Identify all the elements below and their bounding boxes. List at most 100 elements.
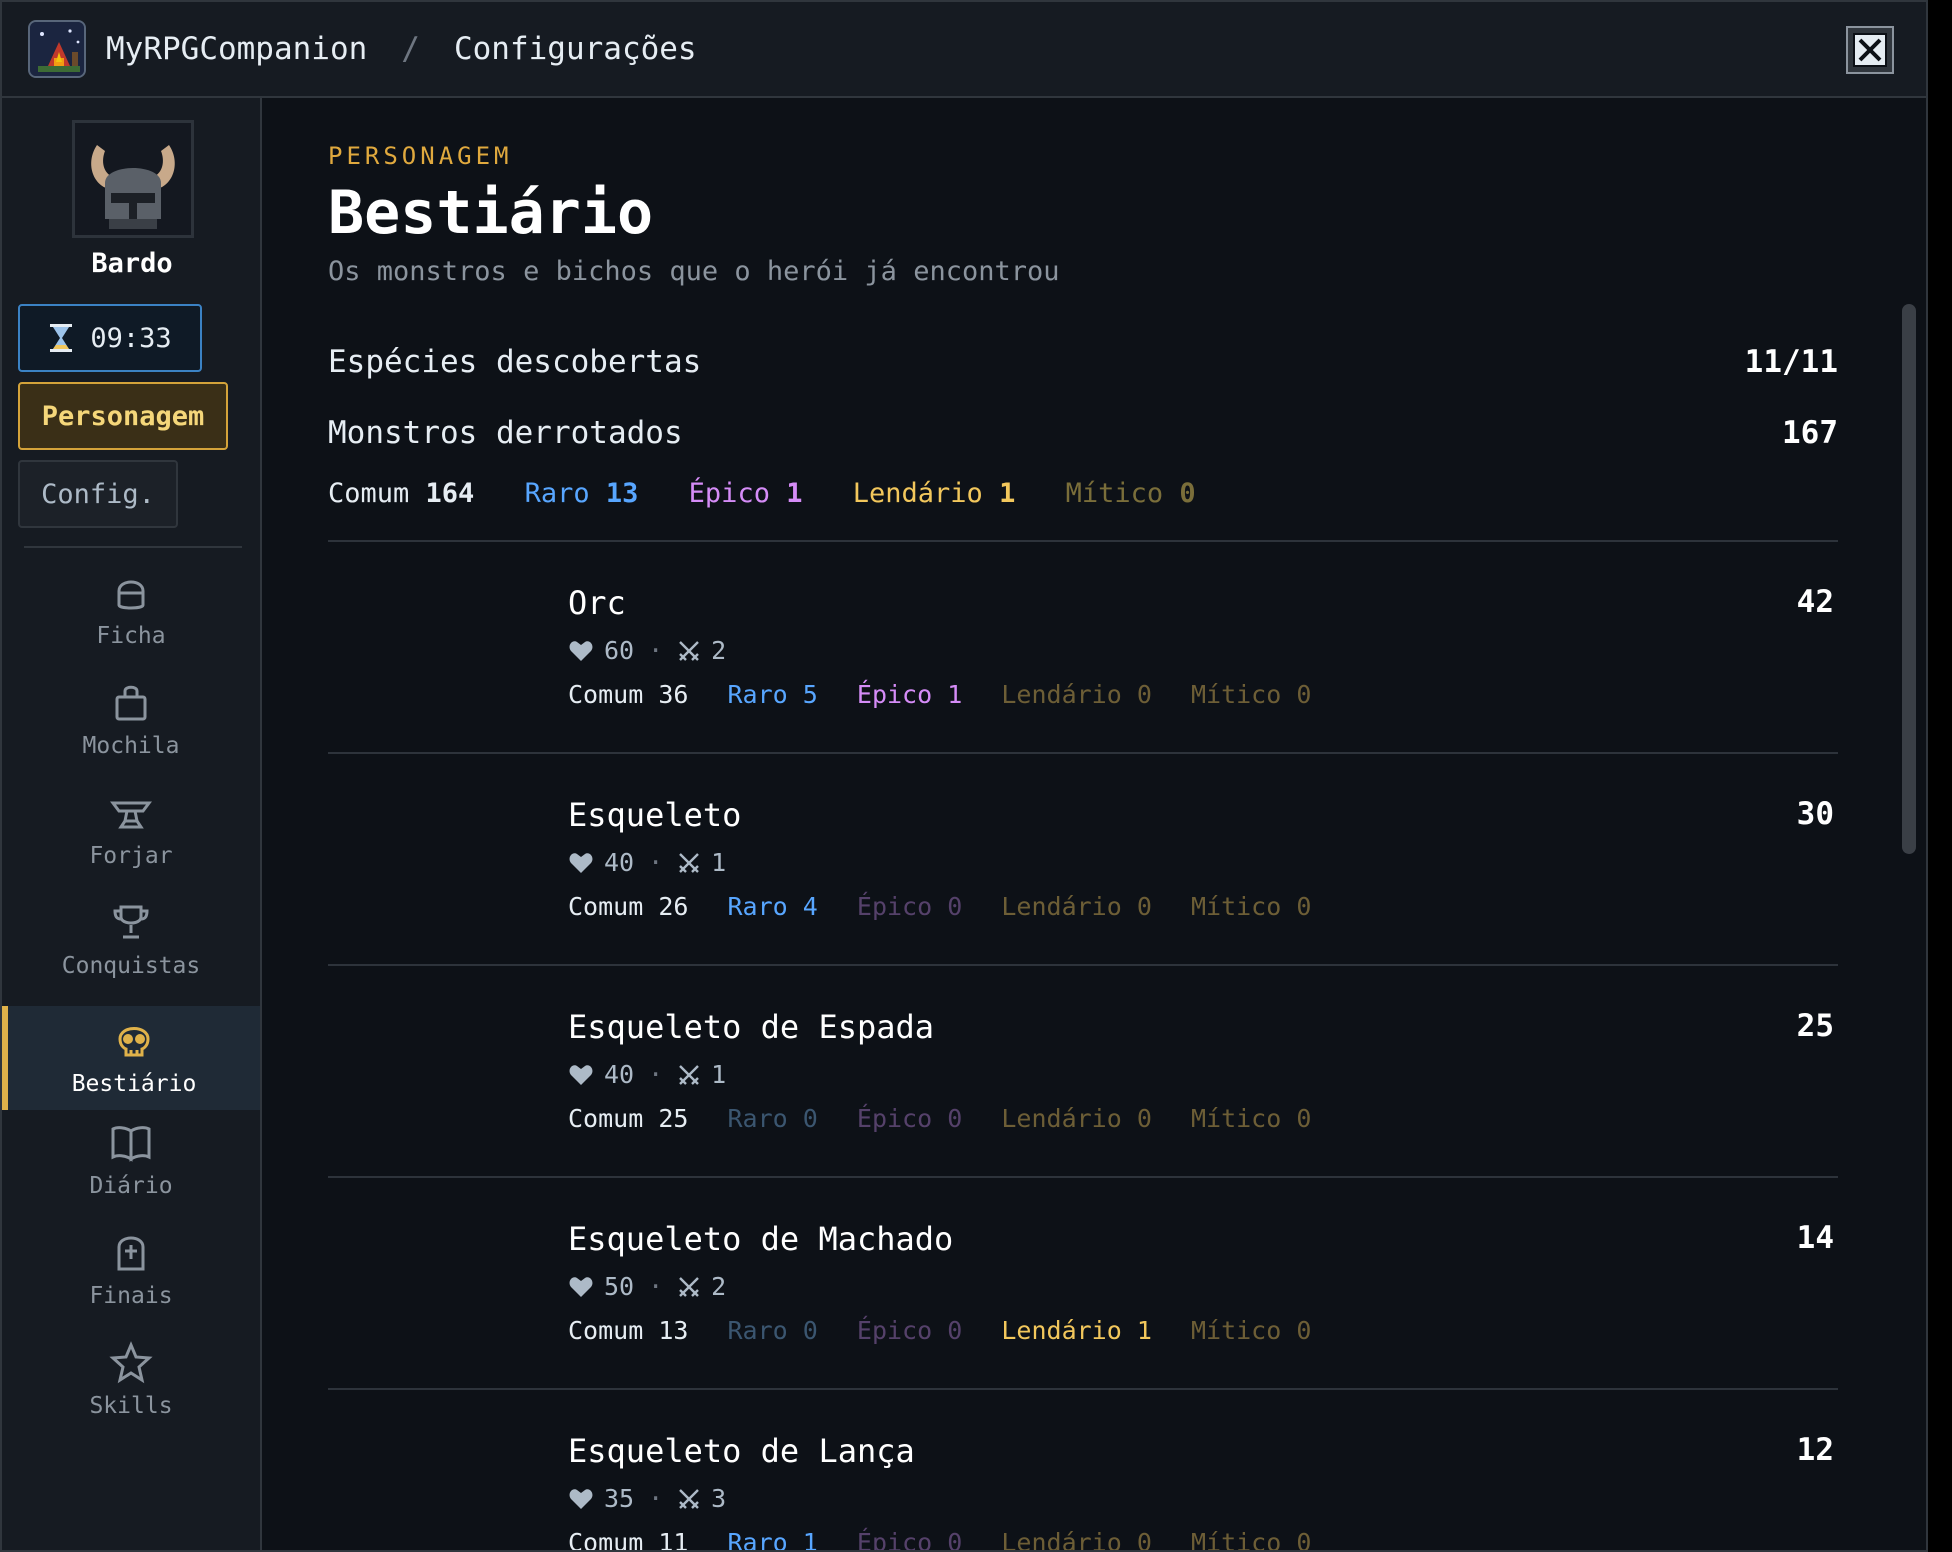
nav-item-conquistas[interactable]: Conquistas — [2, 888, 260, 992]
rarity-label: Mítico — [1065, 478, 1164, 509]
nav-item-skills[interactable]: Skills — [2, 1328, 260, 1432]
rarity-count: 1 — [999, 478, 1016, 509]
rarity-count: 26 — [658, 892, 689, 921]
monster-entry[interactable]: Esqueleto de Espada 25 40 · 1 Comum 25 R… — [328, 966, 1838, 1176]
monster-name: Esqueleto — [568, 796, 742, 834]
rarity-count: 5 — [802, 680, 818, 709]
heart-icon — [569, 852, 593, 873]
heart-icon — [569, 1488, 593, 1509]
breadcrumb-separator: / — [401, 31, 420, 67]
rarity-label: Raro — [727, 1316, 788, 1345]
defeated-label: Monstros derrotados — [328, 415, 683, 451]
monster-name: Esqueleto de Espada — [568, 1008, 935, 1046]
hourglass-icon — [50, 324, 73, 352]
monster-entry[interactable]: Esqueleto de Lança 12 35 · 3 Comum 11 Ra… — [328, 1390, 1838, 1552]
rarity-label: Mítico — [1190, 892, 1282, 921]
rarity-count: 13 — [605, 478, 639, 509]
tab-personagem[interactable]: Personagem — [18, 382, 228, 450]
rarity-count: 25 — [658, 1104, 689, 1133]
rarity-count: 36 — [658, 680, 689, 709]
app-name: MyRPGCompanion — [106, 31, 368, 67]
defeated-value: 167 — [1782, 415, 1838, 451]
monster-attack: 1 — [711, 848, 727, 877]
rarity-count: 0 — [1136, 1104, 1152, 1133]
rarity-label: Comum — [568, 1316, 644, 1345]
nav-item-mochila[interactable]: Mochila — [2, 668, 260, 772]
monster-kill-count: 25 — [1796, 1008, 1834, 1044]
rarity-label: Mítico — [1190, 1316, 1282, 1345]
species-label: Espécies descobertas — [328, 344, 702, 380]
rarity-count: 1 — [947, 680, 963, 709]
monster-hp: 60 — [604, 636, 635, 665]
sidebar-divider — [24, 546, 242, 548]
tab-config[interactable]: Config. — [18, 460, 178, 528]
app-window: MyRPGCompanion / Configurações Bardo 09:… — [0, 0, 1928, 1552]
crossed-swords-icon — [679, 1064, 700, 1085]
monster-attack: 3 — [711, 1484, 727, 1513]
monster-hp: 35 — [604, 1484, 635, 1513]
title-bar: MyRPGCompanion / Configurações — [2, 2, 1926, 98]
rarity-count: 11 — [658, 1528, 689, 1552]
character-name: Bardo — [91, 248, 173, 279]
monster-entry[interactable]: Esqueleto de Machado 14 50 · 2 Comum 13 … — [328, 1178, 1838, 1388]
species-value: 11/11 — [1744, 344, 1838, 380]
rarity-label: Lendário — [1001, 1528, 1122, 1552]
star-icon — [109, 1341, 153, 1384]
bag-icon — [115, 685, 147, 721]
rarity-label: Lendário — [1001, 1104, 1122, 1133]
rarity-label: Comum — [568, 1528, 644, 1552]
monster-rarity-breakdown: Comum 25 Raro 0 Épico 0 Lendário 0 Mític… — [568, 1104, 1335, 1133]
close-button[interactable] — [1846, 26, 1894, 74]
monster-stats: 50 · 2 — [568, 1272, 726, 1301]
monster-hp: 40 — [604, 1060, 635, 1089]
rarity-label: Raro — [524, 478, 590, 509]
nav-item-diario[interactable]: Diário — [2, 1108, 260, 1212]
nav-label: Skills — [89, 1393, 173, 1419]
rarity-label: Lendário — [1001, 1316, 1122, 1345]
rarity-count: 0 — [947, 1104, 963, 1133]
rarity-label: Comum — [328, 478, 410, 509]
anvil-icon — [110, 801, 152, 829]
nav-item-forjar[interactable]: Forjar — [2, 778, 260, 882]
rarity-totals: Comum 164 Raro 13 Épico 1 Lendário 1 Mít… — [328, 478, 1230, 509]
rarity-label: Mítico — [1190, 680, 1282, 709]
nav-item-ficha[interactable]: Ficha — [2, 558, 260, 662]
scrollbar-thumb[interactable] — [1902, 304, 1916, 854]
rarity-label: Épico — [856, 1104, 933, 1133]
timer-value: 09:33 — [90, 322, 172, 354]
close-icon — [1853, 33, 1887, 67]
rarity-count: 164 — [425, 478, 475, 509]
monster-entry[interactable]: Orc 42 60 · 2 Comum 36 Raro 5 Épico 1 Le… — [328, 542, 1838, 752]
monster-hp: 50 — [604, 1272, 635, 1301]
monsters-defeated-row: Monstros derrotados 167 — [328, 415, 1838, 451]
rarity-count: 0 — [947, 892, 963, 921]
rarity-label: Épico — [688, 478, 770, 509]
nav-item-bestiario[interactable]: Bestiário — [2, 1006, 260, 1110]
breadcrumb-section[interactable]: Configurações — [454, 31, 697, 67]
rarity-count: 1 — [802, 1528, 818, 1552]
section-eyebrow: PERSONAGEM — [328, 142, 513, 170]
crossed-swords-icon — [679, 1276, 700, 1297]
monster-entry[interactable]: Esqueleto 30 40 · 1 Comum 26 Raro 4 Épic… — [328, 754, 1838, 964]
rarity-label: Épico — [856, 1316, 933, 1345]
rarity-count: 0 — [1179, 478, 1196, 509]
nav-item-finais[interactable]: Finais — [2, 1218, 260, 1322]
nav-label: Forjar — [89, 843, 173, 869]
monster-hp: 40 — [604, 848, 635, 877]
rarity-count: 0 — [1296, 892, 1312, 921]
rarity-count: 0 — [1296, 680, 1312, 709]
monster-stats: 40 · 1 — [568, 848, 726, 877]
rarity-count: 0 — [947, 1316, 963, 1345]
page-subtitle: Os monstros e bichos que o herói já enco… — [328, 256, 1060, 287]
heart-icon — [569, 640, 593, 661]
monster-kill-count: 14 — [1796, 1220, 1834, 1256]
rarity-label: Mítico — [1190, 1104, 1282, 1133]
rarity-label: Raro — [727, 680, 788, 709]
monster-stats: 60 · 2 — [568, 636, 726, 665]
monster-attack: 1 — [711, 1060, 727, 1089]
crossed-swords-icon — [679, 1488, 700, 1509]
rarity-count: 0 — [802, 1104, 818, 1133]
rarity-count: 0 — [1296, 1528, 1312, 1552]
monster-rarity-breakdown: Comum 13 Raro 0 Épico 0 Lendário 1 Mític… — [568, 1316, 1335, 1345]
rarity-count: 0 — [947, 1528, 963, 1552]
